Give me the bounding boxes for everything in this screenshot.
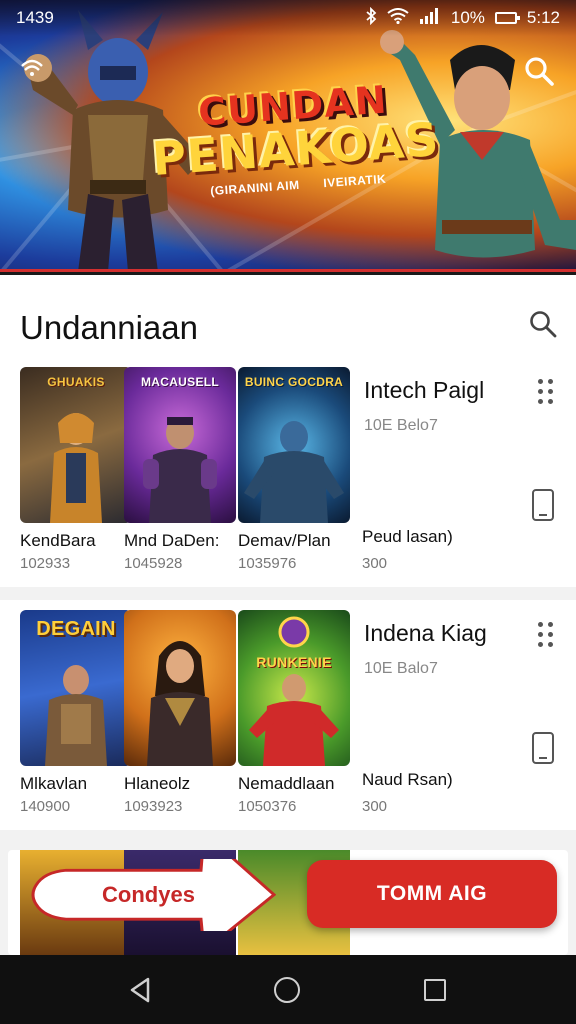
row-side-title[interactable]: Intech Paigl — [364, 377, 484, 404]
game-card-banner: RUNKENIE — [256, 654, 332, 670]
status-bar: 1439 10% 5:12 — [0, 0, 576, 36]
game-card-art: BUINC GOCDRA — [238, 367, 350, 523]
game-card-art: GHUAKIS — [20, 367, 132, 523]
row-side-name: Peud lasan) — [362, 527, 453, 546]
game-card-name: Mnd DaDen: — [124, 531, 220, 550]
game-card-count: 1035976 — [238, 555, 297, 572]
game-card-banner: DEGAIN — [36, 618, 116, 640]
game-row-1: GHUAKIS KendBara 102933 MACAUSELL Mnd Da… — [0, 357, 576, 587]
battery-icon — [494, 12, 520, 24]
game-card-name: Mlkavlan — [20, 774, 88, 793]
primary-action-button[interactable]: TOMM AIG — [307, 860, 557, 928]
hero-banner[interactable]: 1439 10% 5:12 CUNDAN PENAKOAS (GIRANINI … — [0, 0, 576, 272]
section-title: Undanniaan — [20, 309, 198, 346]
game-card[interactable]: BUINC GOCDRA Demav/Plan 1035976 — [238, 367, 350, 572]
system-nav-bar — [0, 955, 576, 1024]
hero-subtitle-right: IVEIRATIK — [322, 171, 387, 191]
row-side-name: Naud Rsan) — [362, 770, 453, 789]
game-card-art: RUNKENIE — [238, 610, 350, 766]
content-area: Undanniaan GHUAKIS KendBara 102933 MACAU… — [0, 275, 576, 955]
recent-apps-icon[interactable] — [424, 979, 446, 1001]
game-card-count: 1045928 — [124, 555, 183, 572]
status-time-right: 5:12 — [526, 8, 560, 27]
more-options-icon[interactable] — [538, 379, 556, 405]
game-card-count: 102933 — [20, 555, 71, 572]
game-card-banner: GHUAKIS — [47, 375, 105, 389]
arrow-button-label: Condyes — [102, 882, 195, 907]
wifi-icon — [387, 7, 409, 29]
game-card-banner: MACAUSELL — [140, 375, 220, 389]
hero-cast-icon[interactable] — [20, 58, 44, 84]
device-icon[interactable] — [532, 732, 554, 764]
game-card-name: Hlaneolz — [124, 774, 191, 793]
game-card-art — [124, 610, 236, 766]
status-time-left: 1439 — [16, 8, 54, 27]
game-card[interactable]: Hlaneolz 1093923 — [124, 610, 236, 815]
game-card-name: KendBara — [20, 531, 96, 550]
row-side-subtitle: 10E Balo7 — [364, 660, 438, 677]
home-icon[interactable] — [274, 977, 300, 1003]
signal-icon — [419, 7, 441, 29]
game-card-art: DEGAIN — [20, 610, 132, 766]
section-header: Undanniaan — [0, 275, 576, 357]
hero-title: CUNDAN PENAKOAS (GIRANINI AIM IVEIRATIK — [147, 74, 444, 202]
game-card-banner: BUINC GOCDRA — [244, 375, 344, 389]
row-side-subtitle: 10E Belo7 — [364, 417, 438, 434]
game-row-2: DEGAIN Mlkavlan 140900 Hlaneolz 1093923 … — [0, 600, 576, 830]
game-card-art: MACAUSELL — [124, 367, 236, 523]
more-options-icon[interactable] — [538, 622, 556, 648]
search-icon[interactable] — [528, 309, 558, 339]
game-card-count: 140900 — [20, 798, 71, 815]
row-side-count: 300 — [362, 798, 388, 815]
hero-search-icon[interactable] — [522, 54, 556, 88]
game-card-count: 1093923 — [124, 798, 183, 815]
game-card[interactable]: MACAUSELL Mnd DaDen: 1045928 — [124, 367, 236, 572]
device-icon[interactable] — [532, 489, 554, 521]
game-card-name: Nemaddlaan — [238, 774, 335, 793]
back-icon[interactable] — [128, 977, 152, 1003]
row-side-count: 300 — [362, 555, 388, 572]
game-card-count: 1050376 — [238, 798, 297, 815]
bluetooth-icon — [365, 6, 377, 30]
battery-percent: 10% — [450, 8, 485, 27]
game-card[interactable]: DEGAIN Mlkavlan 140900 — [20, 610, 132, 815]
game-card[interactable]: GHUAKIS KendBara 102933 — [20, 367, 132, 572]
game-card[interactable]: RUNKENIE Nemaddlaan 1050376 — [238, 610, 350, 815]
row-side-title[interactable]: Indena Kiag — [364, 620, 487, 647]
arrow-button-left[interactable]: Condyes — [26, 859, 276, 931]
game-card-name: Demav/Plan — [238, 531, 331, 550]
